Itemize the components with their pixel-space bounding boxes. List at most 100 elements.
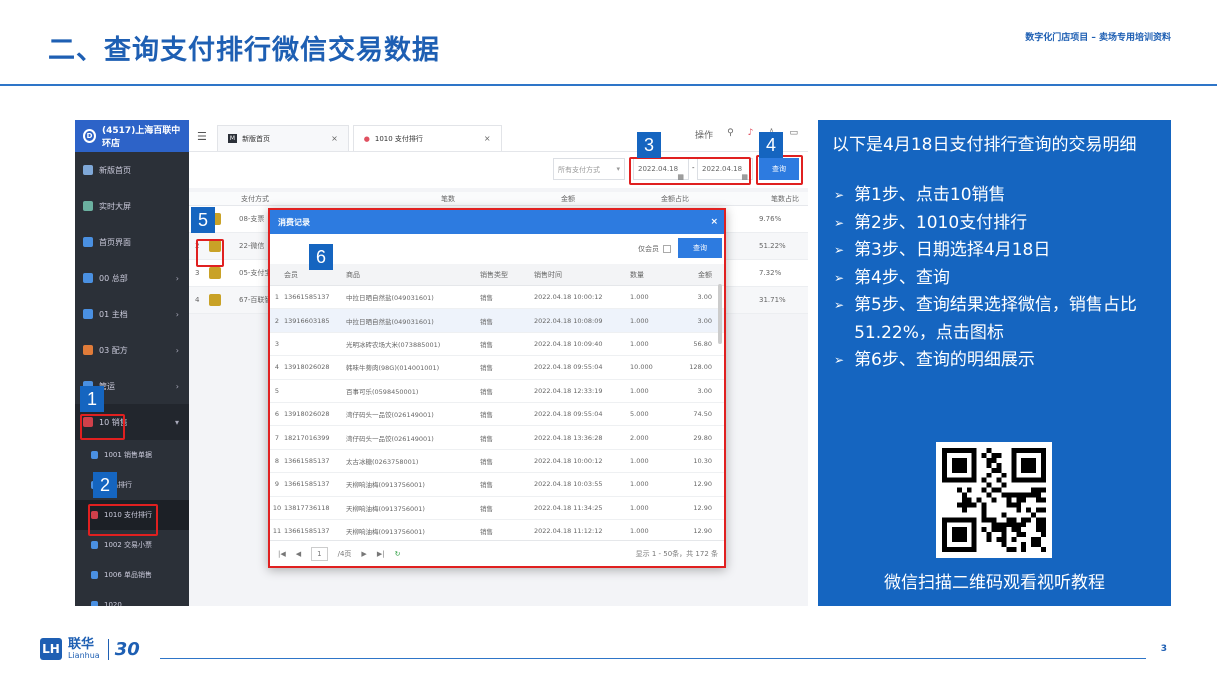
step-item: ➢ 第5步、查询结果选择微信，销售占比51.22%，点击图标 [834, 292, 1171, 347]
cell-a: 128.00 [689, 363, 712, 372]
cell-time: 2022.04.18 10:09:40 [534, 339, 603, 348]
table-row[interactable]: 1 13661585137 中拉日晒自然盐(049031601) 销售 2022.04.… [270, 286, 724, 310]
member-only-checkbox[interactable]: 仅会员 [638, 244, 671, 254]
modal-toolbar: 仅会员 查询 [270, 234, 724, 264]
cell-q: 1.000 [630, 456, 649, 465]
submenu-icon [91, 541, 98, 549]
menu-icon [83, 345, 93, 355]
store-header[interactable]: D (4517)上海百联中环店 [75, 120, 189, 152]
first-page-icon[interactable]: |◀ [278, 550, 286, 558]
cell-t: 销售 [480, 457, 493, 466]
sidebar-item[interactable]: 实时大屏 [75, 188, 189, 224]
cell-m: 18217016399 [284, 433, 330, 442]
cell-p: 天柳响油梅(0913756001) [346, 481, 425, 490]
app-screenshot: D (4517)上海百联中环店 新版首页 实时大屏 首页界面 00 总部 › 01 主档 ›… [75, 120, 808, 606]
modal-query-button[interactable]: 查询 [678, 238, 722, 258]
table-row[interactable]: 2 13916603185 中拉日晒自然盐(049031601) 销售 2022.04.… [270, 309, 724, 333]
table-row[interactable]: 9 13661585137 天柳响油梅(0913756001) 销售 2022.04.1… [270, 473, 724, 497]
table-row[interactable]: 3 光明冰砖农场大米(073885001) 销售 2022.04.18 10:09:4… [270, 333, 724, 357]
ratio-cell: 9.76% [759, 215, 782, 223]
cell-n: 11 [272, 527, 282, 536]
cell-p: 湾仔码头一品饺(026149001) [346, 434, 434, 443]
prev-page-icon[interactable]: ◀ [296, 550, 301, 558]
submenu-label: 1006 单品销售 [104, 571, 153, 579]
cell-t: 销售 [480, 434, 493, 443]
sidebar-item[interactable]: 03 配方 › [75, 332, 189, 368]
menu-icon [83, 273, 93, 283]
modal-scrollbar[interactable] [718, 284, 722, 344]
cell-n: 2 [274, 316, 280, 325]
col-header: 笔数 [441, 194, 455, 203]
arrow-icon: ➢ [834, 353, 845, 367]
submenu-item[interactable]: 1001 销售单据 [75, 440, 189, 470]
cell-p: 中拉日晒自然盐(049031601) [346, 294, 434, 303]
sidebar-item[interactable]: 新版首页 [75, 152, 189, 188]
bell-icon[interactable]: ♪ [748, 128, 754, 141]
cell-m: 13817736118 [284, 503, 330, 512]
sidebar-item[interactable]: 首页界面 [75, 224, 189, 260]
col-header: 销售类型 [480, 270, 508, 279]
step-text: 第5步、查询结果选择微信，销售占比51.22%，点击图标 [854, 295, 1137, 343]
hamburger-icon[interactable]: ☰ [197, 130, 207, 143]
step-text: 第4步、查询 [854, 267, 950, 288]
sidebar-item[interactable]: 00 总部 › [75, 260, 189, 296]
modal-header: 消费记录 × [270, 210, 724, 234]
chevron-icon: › [175, 345, 179, 355]
step-text: 第6步、查询的明细展示 [854, 350, 1035, 370]
refresh-icon[interactable]: ↻ [395, 550, 401, 558]
operation-menu[interactable]: 操作 [695, 128, 713, 141]
table-row[interactable]: 6 13918026028 湾仔码头一品饺(026149001) 销售 2022.04.… [270, 403, 724, 427]
submenu-item[interactable]: 1006 单品销售 [75, 560, 189, 590]
monitor-icon[interactable]: ▭ [789, 128, 798, 141]
cell-n: 6 [274, 410, 280, 419]
col-header: 金额占比 [661, 194, 689, 203]
last-page-icon[interactable]: ▶| [377, 550, 385, 558]
step-text: 第1步、点击10销售 [854, 185, 1006, 205]
table-row[interactable]: 10 13817736118 天柳响油梅(0913756001) 销售 2022.04.… [270, 497, 724, 520]
col-header: 笔数占比 [771, 194, 799, 203]
store-logo-icon: D [83, 129, 97, 143]
cell-q: 2.000 [630, 433, 649, 442]
step-marker-2: 2 [93, 472, 117, 498]
cell-m: 13661585137 [284, 293, 330, 302]
cell-a: 3.00 [697, 386, 712, 395]
step-text: 第3步、日期选择4月18日 [854, 240, 1051, 260]
tab-home[interactable]: M 新版首页 × [216, 125, 349, 151]
sidebar-item[interactable]: 01 主档 › [75, 296, 189, 332]
highlight-sales-menu [80, 414, 125, 440]
tab-pay-rank[interactable]: ● 1010 支付排行 × [352, 125, 502, 151]
qr-code[interactable] [936, 442, 1052, 558]
table-row[interactable]: 7 18217016399 湾仔码头一品饺(026149001) 销售 2022.04.… [270, 426, 724, 450]
table-row[interactable]: 11 13661585137 天柳响油梅(0913756001) 销售 2022.04.… [270, 520, 724, 541]
cell-time: 2022.04.18 11:34:25 [534, 503, 603, 512]
payment-method-select[interactable]: 所有支付方式 ▾ [553, 158, 625, 180]
cell-q: 1.000 [630, 293, 649, 302]
close-icon[interactable]: × [710, 217, 718, 227]
tab-label: 1010 支付排行 [374, 134, 423, 143]
cell-m: 13661585137 [284, 480, 330, 489]
ratio-cell: 7.32% [759, 269, 782, 277]
record-icon[interactable] [209, 267, 221, 279]
record-icon[interactable] [209, 294, 221, 306]
cell-q: 1.000 [630, 480, 649, 489]
table-row[interactable]: 5 百事可乐(0598450001) 销售 2022.04.18 12:33:19 1.… [270, 380, 724, 403]
cell-p: 太古冰糖(0263758001) [346, 457, 419, 466]
cell-a: 3.00 [697, 293, 712, 302]
lianhua-logo-icon: LH [40, 638, 62, 660]
store-name: (4517)上海百联中环店 [102, 126, 181, 149]
sidebar-item-label: 00 总部 [99, 273, 128, 283]
submenu-item[interactable]: 1020 ... [75, 590, 189, 606]
cell-n: 8 [274, 456, 280, 465]
close-icon[interactable]: × [331, 134, 338, 143]
col-header: 支付方式 [241, 194, 269, 203]
page-input[interactable]: 1 [311, 546, 328, 561]
table-row[interactable]: 8 13661585137 太古冰糖(0263758001) 销售 2022.04.18… [270, 450, 724, 474]
cell-t: 销售 [480, 294, 493, 303]
table-row[interactable]: 4 13918026028 韩味牛蒡肉(98G)(014001001) 销售 2022.… [270, 356, 724, 380]
search-icon[interactable]: ⚲ [727, 128, 734, 141]
col-header: 商品 [346, 270, 360, 279]
step-item: ➢ 第1步、点击10销售 [834, 182, 1171, 210]
close-icon[interactable]: × [484, 134, 491, 143]
next-page-icon[interactable]: ▶ [361, 550, 366, 558]
qr-code-icon [942, 448, 1046, 552]
